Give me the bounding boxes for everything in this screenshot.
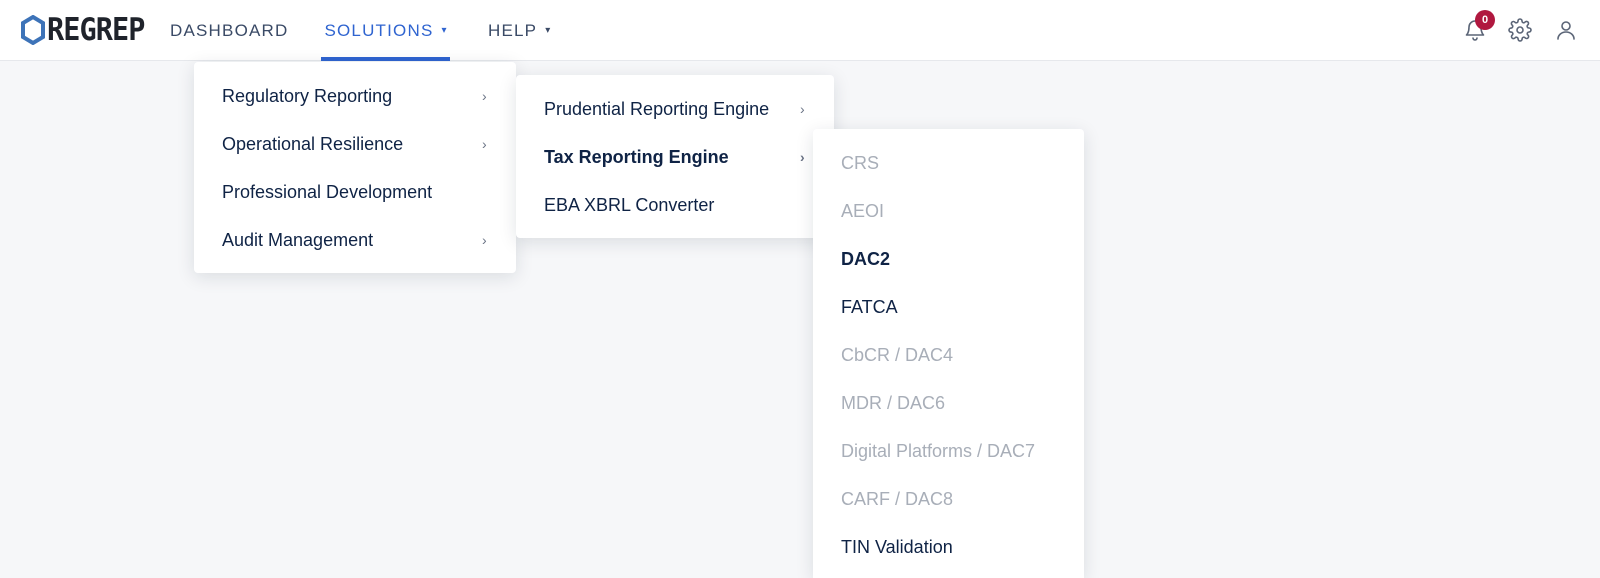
menu-item-label: AEOI [841, 200, 885, 221]
caret-down-icon: ▾ [441, 25, 447, 36]
hexagon-logo-icon [21, 15, 45, 45]
nav-dashboard[interactable]: DASHBOARD [170, 0, 289, 61]
menu-item-professional-development[interactable]: Professional Development [194, 168, 516, 216]
active-tab-underline [321, 57, 450, 61]
logo-wordmark: REGREP [47, 12, 145, 48]
menu-item-carf-dac8: CARF / DAC8 [813, 475, 1084, 523]
menu-item-label: Professional Development [222, 181, 433, 202]
chevron-right-icon: › [800, 149, 805, 165]
menu-item-operational-resilience[interactable]: Operational Resilience › [194, 120, 516, 168]
menu-item-label: DAC2 [841, 248, 891, 269]
regulatory-reporting-submenu: Prudential Reporting Engine › Tax Report… [516, 75, 834, 238]
menu-item-tin-validation[interactable]: TIN Validation [813, 523, 1084, 571]
menu-item-regulatory-reporting[interactable]: Regulatory Reporting › [194, 72, 516, 120]
regrep-logo[interactable]: REGREP [21, 12, 153, 48]
menu-item-label: Tax Reporting Engine [544, 146, 729, 167]
menu-item-label: FATCA [841, 296, 898, 317]
menu-item-prudential-reporting-engine[interactable]: Prudential Reporting Engine › [516, 85, 834, 133]
menu-item-crs: CRS [813, 139, 1084, 187]
menu-item-fatca[interactable]: FATCA [813, 283, 1084, 331]
menu-item-label: CRS [841, 152, 880, 173]
menu-item-mdr-dac6: MDR / DAC6 [813, 379, 1084, 427]
nav-solutions[interactable]: SOLUTIONS ▾ [321, 0, 450, 61]
nav-solutions-label: SOLUTIONS [324, 20, 434, 40]
menu-item-digital-platforms-dac7: Digital Platforms / DAC7 [813, 427, 1084, 475]
nav-dashboard-label: DASHBOARD [170, 20, 289, 40]
menu-item-label: MDR / DAC6 [841, 392, 946, 413]
menu-item-label: EBA XBRL Converter [544, 194, 715, 215]
account-button[interactable] [1551, 15, 1581, 45]
chevron-right-icon: › [800, 101, 805, 117]
user-icon [1557, 21, 1575, 40]
menu-item-label: Audit Management [222, 229, 374, 250]
tax-reporting-submenu: CRS AEOI DAC2 FATCA CbCR / DAC4 MDR / DA… [813, 129, 1084, 578]
chevron-right-icon: › [482, 136, 487, 152]
gear-icon [1508, 18, 1532, 42]
menu-item-audit-management[interactable]: Audit Management › [194, 216, 516, 264]
menu-item-cbcr-dac4: CbCR / DAC4 [813, 331, 1084, 379]
menu-item-label: CARF / DAC8 [841, 488, 954, 509]
menu-item-label: Operational Resilience [222, 133, 404, 154]
chevron-right-icon: › [482, 88, 487, 104]
nav-help[interactable]: HELP ▾ [488, 0, 550, 61]
settings-button[interactable] [1505, 15, 1535, 45]
menu-item-label: Digital Platforms / DAC7 [841, 440, 1036, 461]
menu-item-label: Prudential Reporting Engine [544, 98, 770, 119]
menu-item-eba-xbrl-converter[interactable]: EBA XBRL Converter [516, 181, 834, 229]
menu-item-aeoi: AEOI [813, 187, 1084, 235]
menu-item-label: Regulatory Reporting [222, 85, 393, 106]
chevron-right-icon: › [482, 232, 487, 248]
menu-item-label: CbCR / DAC4 [841, 344, 954, 365]
nav-help-label: HELP [488, 20, 538, 40]
solutions-dropdown-menu: Regulatory Reporting › Operational Resil… [194, 62, 516, 273]
menu-item-label: TIN Validation [841, 536, 953, 557]
menu-item-tax-reporting-engine[interactable]: Tax Reporting Engine › [516, 133, 834, 181]
top-navigation-bar: REGREP DASHBOARD SOLUTIONS ▾ HELP ▾ 0 [0, 0, 1600, 61]
notification-count-badge: 0 [1475, 10, 1495, 30]
menu-item-dac2[interactable]: DAC2 [813, 235, 1084, 283]
caret-down-icon: ▾ [545, 25, 551, 36]
